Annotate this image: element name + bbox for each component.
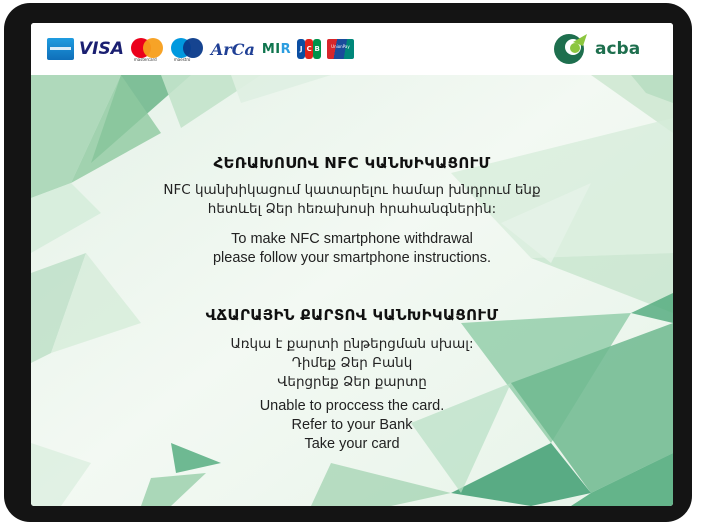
jcb-logo-icon: J C B [297,39,322,59]
card-brand-logos: VISA mastercard maestro ArCa MIR J C B U… [47,36,355,62]
mir-logo: MIR [261,41,292,57]
maestro-logo-icon: maestro [170,37,205,62]
card-text-english-line3: Take your card [304,436,400,452]
card-text-armenian-line1: Առկա է քարտի ընթերցման սխալ: [230,336,474,352]
nfc-title-armenian: ՀԵՌԱԽՈՍՈՎ NFC ԿԱՆԽԻԿԱՑՈՒՄ [213,154,491,172]
visa-logo: VISA [79,39,124,59]
atm-tablet-frame: VISA mastercard maestro ArCa MIR J C B U… [4,3,692,522]
card-title-armenian: ՎՃԱՐԱՅԻՆ ՔԱՐՏՈՎ ԿԱՆԽԻԿԱՑՈՒՄ [205,306,499,324]
card-text-armenian-line3: Վերցրեք Ձեր քարտը [277,374,427,390]
atm-screen: VISA mastercard maestro ArCa MIR J C B U… [31,23,673,506]
unionpay-logo-icon: UnionPay [327,39,355,59]
acba-brand-name: acba [595,39,641,59]
arca-logo: ArCa [210,39,255,59]
card-text-armenian-line2: Դիմեք Ձեր Բանկ [291,355,413,371]
nfc-text-english-line2: please follow your smartphone instructio… [212,250,492,266]
card-text-english-line1: Unable to proccess the card. [259,398,445,414]
acba-logo-icon [554,34,587,64]
american-express-logo-icon [47,38,74,60]
atm-message-area: ՀԵՌԱԽՈՍՈՎ NFC ԿԱՆԽԻԿԱՑՈՒՄ NFC կանխիկացու… [31,75,673,506]
nfc-text-english-line1: To make NFC smartphone withdrawal [231,231,473,247]
mastercard-logo-icon: mastercard [130,37,165,62]
payment-logos-bar: VISA mastercard maestro ArCa MIR J C B U… [31,23,673,75]
acba-bank-logo: acba [551,32,640,66]
card-text-english-line2: Refer to your Bank [291,417,413,433]
nfc-text-armenian-line1: NFC կանխիկացում կատարելու համար խնդրում … [163,182,541,198]
nfc-text-armenian-line2: հետևել Ձեր հեռախոսի հրահանգներին: [207,201,497,217]
